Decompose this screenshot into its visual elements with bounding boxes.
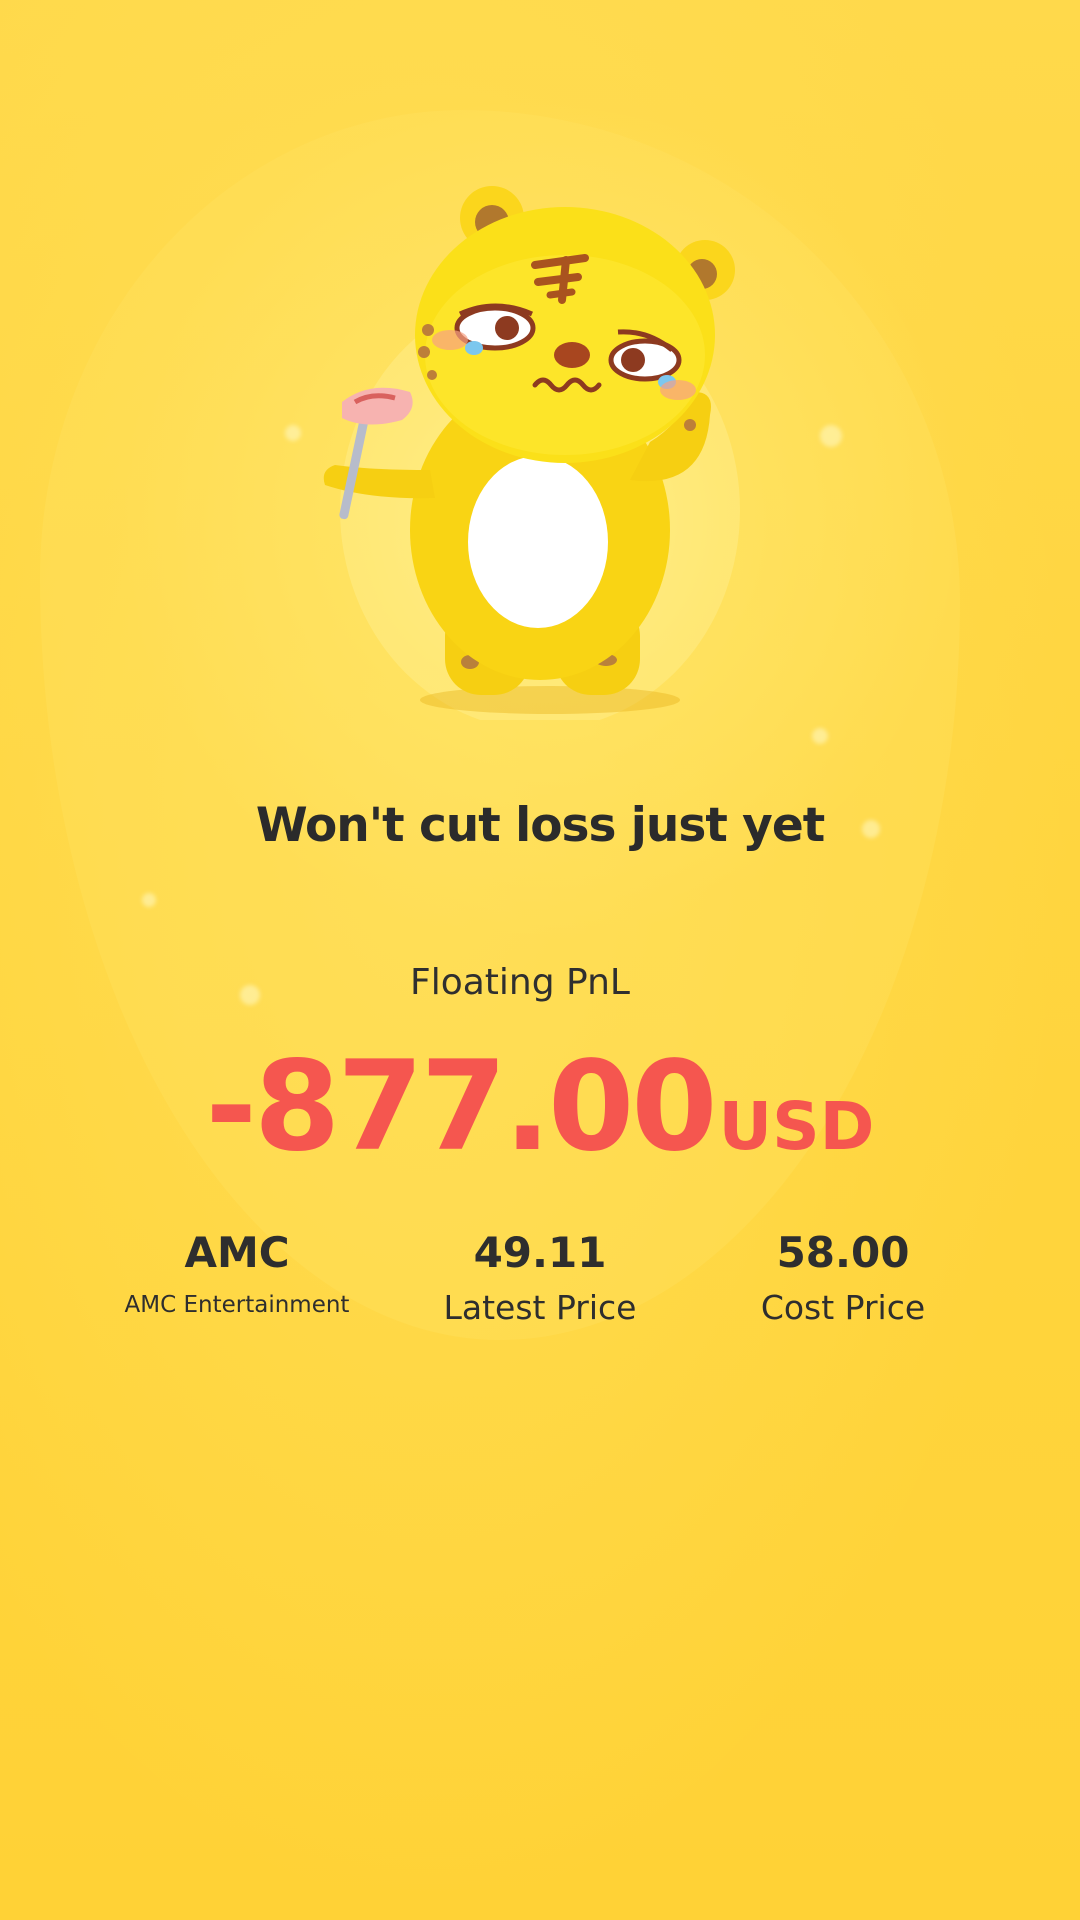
sparkle	[142, 893, 156, 907]
sparkle	[285, 425, 301, 441]
floating-pnl-amount: -877.00USD	[0, 1035, 1080, 1179]
stats-row: AMC AMC Entertainment 49.11 Latest Price…	[0, 1222, 1080, 1342]
latest-price-value: 49.11	[473, 1228, 607, 1277]
pnl-value: -877.00	[205, 1035, 718, 1179]
company-name: AMC Entertainment	[124, 1292, 350, 1318]
sparkle	[820, 425, 842, 447]
cost-price-label: Cost Price	[760, 1288, 926, 1327]
floating-pnl-label: Floating PnL	[410, 962, 630, 1003]
headline: Won't cut loss just yet	[255, 798, 825, 853]
cost-price-value: 58.00	[776, 1228, 910, 1277]
stat-cost-price: 58.00 Cost Price	[683, 1222, 1003, 1327]
stat-latest-price: 49.11 Latest Price	[380, 1222, 700, 1327]
stat-ticker: AMC AMC Entertainment	[77, 1222, 397, 1318]
tiger-mascot-holding-steak-icon	[310, 180, 770, 720]
ticker-symbol: AMC	[184, 1228, 290, 1277]
pnl-currency: USD	[718, 1088, 875, 1165]
latest-price-label: Latest Price	[443, 1288, 637, 1327]
sparkle	[812, 728, 828, 744]
